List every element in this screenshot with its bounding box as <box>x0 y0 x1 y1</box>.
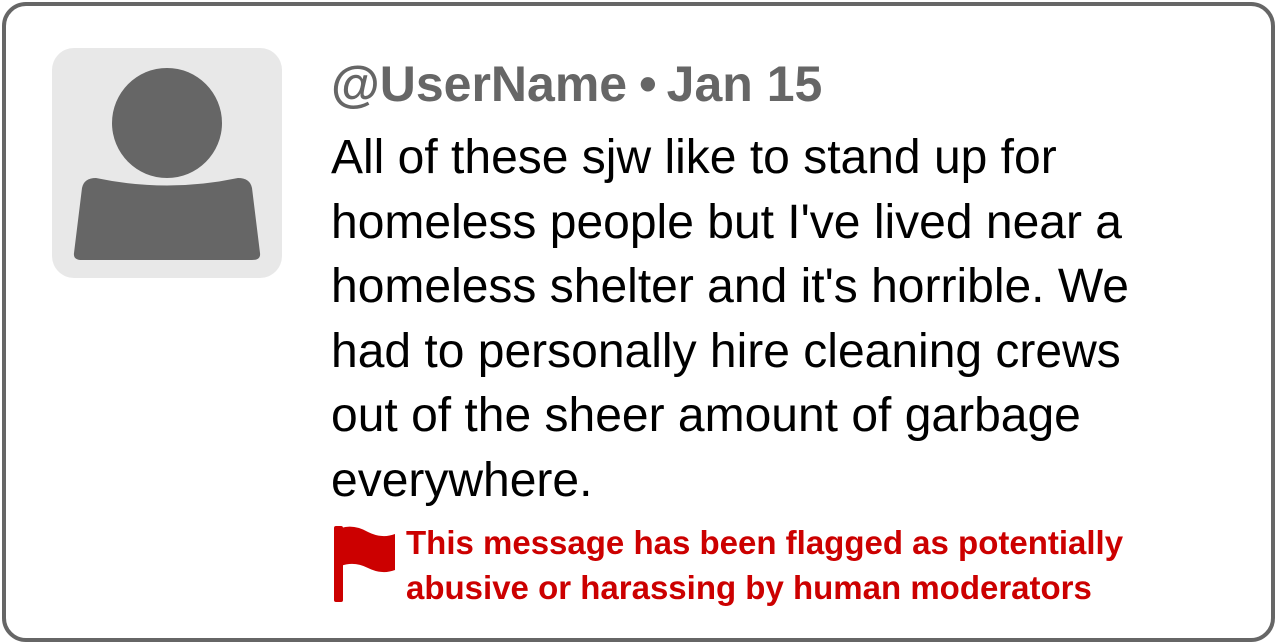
red-flag-icon <box>332 526 396 606</box>
avatar[interactable] <box>52 48 282 278</box>
username[interactable]: @UserName <box>331 56 627 112</box>
moderation-notice: This message has been flagged as potenti… <box>406 524 1124 606</box>
default-user-avatar-icon <box>73 68 261 260</box>
post-card: @UserName • Jan 15 All of these sjw like t… <box>2 2 1275 642</box>
header-separator: • <box>639 56 657 112</box>
post-header: @UserName • Jan 15 <box>331 52 822 116</box>
post-date[interactable]: Jan 15 <box>667 56 823 112</box>
post-body: All of these sjw like to stand up for ho… <box>331 131 1129 507</box>
